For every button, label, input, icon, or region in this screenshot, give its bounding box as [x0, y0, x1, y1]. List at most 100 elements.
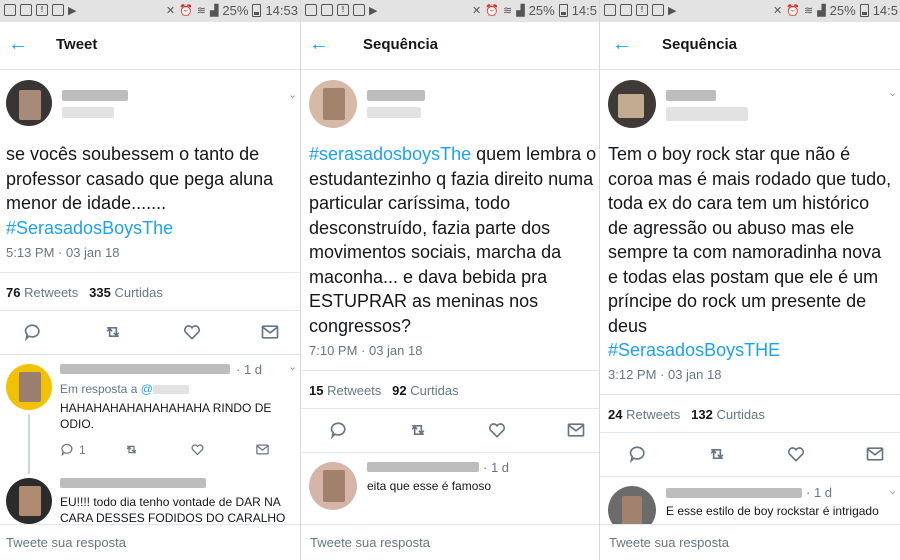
battery-percent: 25%: [222, 3, 249, 18]
back-arrow-icon[interactable]: ←: [309, 32, 329, 56]
retweet-count[interactable]: 76: [6, 285, 20, 300]
tweet-stats: 24 Retweets 132 Curtidas: [608, 407, 765, 422]
likes-label[interactable]: Curtidas: [716, 407, 764, 422]
like-count[interactable]: 92: [392, 383, 406, 398]
handle-blurred: [152, 385, 189, 395]
message-icon[interactable]: [260, 322, 280, 342]
tweet-stats: 15 Retweets 92 Curtidas: [309, 383, 459, 398]
battery-icon: [859, 4, 869, 17]
handle-blurred[interactable]: [62, 107, 114, 118]
status-bar: ! ▶ ✕ ⏰ ≋ ▟ 25% 14:5: [600, 0, 900, 22]
clipboard-icon: [620, 4, 632, 16]
compose-placeholder[interactable]: Tweete sua resposta: [310, 535, 430, 550]
avatar-blur: [323, 88, 345, 120]
gallery-icon: [652, 4, 664, 16]
in-reply-prefix: Em resposta a: [60, 382, 138, 396]
reply-compose-bar[interactable]: Tweete sua resposta: [600, 524, 900, 560]
like-icon[interactable]: [786, 444, 806, 464]
display-name-blurred[interactable]: [60, 364, 230, 374]
handle-blurred[interactable]: [666, 107, 748, 121]
clock: 14:5: [571, 3, 597, 18]
chevron-down-icon[interactable]: ⌄: [888, 86, 897, 99]
like-icon[interactable]: [182, 322, 202, 342]
divider: [0, 310, 300, 311]
reply-age: · 1 d: [483, 460, 510, 475]
like-count[interactable]: 132: [691, 407, 713, 422]
reply-avatar[interactable]: [309, 462, 357, 510]
reply-compose-bar[interactable]: Tweete sua resposta: [0, 524, 300, 560]
avatar[interactable]: [608, 80, 656, 128]
reply-avatar[interactable]: [6, 478, 52, 524]
retweet-icon[interactable]: [124, 442, 139, 457]
display-name-blurred[interactable]: [62, 90, 128, 101]
battery-percent: 25%: [829, 3, 856, 18]
retweet-count[interactable]: 15: [309, 383, 323, 398]
alert-icon: !: [337, 4, 349, 16]
like-icon[interactable]: [190, 442, 205, 457]
display-name-blurred[interactable]: [367, 90, 425, 101]
clock: 14:5: [872, 3, 898, 18]
alarm-icon: ⏰: [786, 5, 800, 17]
avatar-blur: [19, 90, 41, 120]
handle-blurred[interactable]: [367, 107, 421, 118]
back-arrow-icon[interactable]: ←: [8, 32, 28, 56]
clipboard-icon: [20, 4, 32, 16]
retweet-icon[interactable]: [103, 322, 123, 342]
status-bar: ! ▶ ✕ ⏰ ≋ ▟ 25% 14:5: [301, 0, 599, 22]
message-icon[interactable]: [566, 420, 586, 440]
likes-label[interactable]: Curtidas: [114, 285, 162, 300]
reply-icon[interactable]: [329, 420, 349, 440]
alarm-icon: ⏰: [485, 5, 499, 17]
reply-age: · 1 d: [806, 485, 833, 500]
display-name-blurred[interactable]: [666, 90, 716, 101]
avatar[interactable]: [6, 80, 52, 126]
retweet-icon[interactable]: [707, 444, 727, 464]
avatar[interactable]: [309, 80, 357, 128]
tweet-body: Tem o boy rock star que não é coroa mas …: [608, 144, 892, 336]
in-reply-handle[interactable]: @: [141, 382, 153, 396]
retweets-label[interactable]: Retweets: [626, 407, 680, 422]
chevron-down-icon[interactable]: ⌄: [288, 88, 297, 101]
image-icon: [305, 4, 317, 16]
mute-icon: ✕: [165, 5, 176, 17]
hashtag-link[interactable]: #SerasadosBoysTHE: [608, 340, 780, 360]
retweet-icon[interactable]: [408, 420, 428, 440]
battery-percent: 25%: [528, 3, 555, 18]
hashtag-link[interactable]: #serasadosboysThe: [309, 144, 471, 164]
retweets-label[interactable]: Retweets: [24, 285, 78, 300]
in-reply-to: Em resposta a @: [60, 382, 189, 396]
clipboard-icon: [321, 4, 333, 16]
retweet-count[interactable]: 24: [608, 407, 622, 422]
likes-label[interactable]: Curtidas: [410, 383, 458, 398]
tweet-stats: 76 Retweets 335 Curtidas: [6, 285, 163, 300]
app-header: ← Sequência: [600, 22, 900, 70]
reply-avatar[interactable]: [6, 364, 52, 410]
display-name-blurred[interactable]: [367, 462, 479, 472]
retweets-label[interactable]: Retweets: [327, 383, 381, 398]
reply-icon[interactable]: [23, 322, 43, 342]
message-icon[interactable]: [255, 442, 270, 457]
like-count[interactable]: 335: [89, 285, 111, 300]
chevron-down-icon[interactable]: ⌄: [288, 360, 297, 373]
chevron-down-icon[interactable]: ⌄: [888, 484, 897, 497]
compose-placeholder[interactable]: Tweete sua resposta: [609, 535, 729, 550]
tweet-panel-1: ! ▶ ✕ ⏰ ≋ ▟ 25% 14:53 ← Tweet ⌄ se vocês…: [0, 0, 300, 560]
tweet-text: se vocês soubessem o tanto de professor …: [6, 142, 296, 240]
like-icon[interactable]: [487, 420, 507, 440]
display-name-blurred[interactable]: [60, 478, 206, 488]
signal-icon: ▟: [817, 5, 826, 17]
divider: [301, 370, 599, 371]
hashtag-link[interactable]: #SerasadosBoysThe: [6, 218, 173, 238]
reply-compose-bar[interactable]: Tweete sua resposta: [301, 524, 599, 560]
back-arrow-icon[interactable]: ←: [612, 32, 632, 56]
signal-icon: ▟: [209, 5, 219, 17]
reply-icon[interactable]: [628, 444, 648, 464]
avatar-blur: [323, 470, 345, 502]
display-name-blurred[interactable]: [666, 488, 802, 498]
page-title: Tweet: [56, 36, 98, 53]
compose-placeholder[interactable]: Tweete sua resposta: [6, 535, 126, 550]
alert-icon: !: [636, 4, 648, 16]
reply-button[interactable]: 1: [60, 442, 86, 457]
divider: [600, 432, 900, 433]
message-icon[interactable]: [865, 444, 885, 464]
